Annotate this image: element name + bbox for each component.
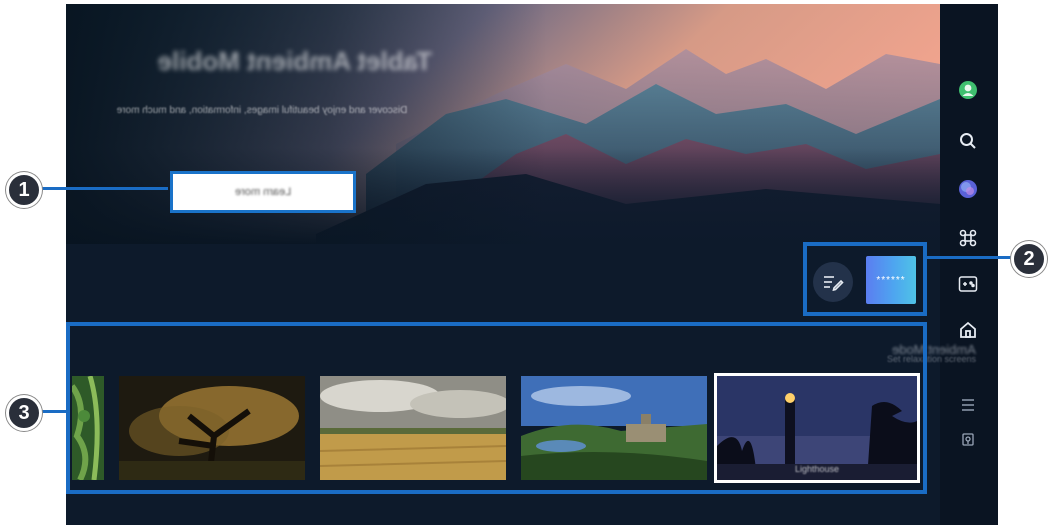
edit-list-button[interactable] — [813, 262, 853, 302]
callout-marker-1: 1 — [6, 172, 42, 208]
profile-icon[interactable] — [956, 78, 980, 102]
edit-list-icon — [824, 276, 844, 291]
tile-tree-sunset[interactable] — [119, 376, 305, 480]
callout-line-1 — [38, 187, 168, 190]
callout-line-3 — [38, 410, 68, 413]
hero-banner: Tablet Ambient Mobile Discover and enjoy… — [66, 4, 940, 244]
learn-more-button[interactable]: Learn more — [170, 171, 356, 213]
globe-icon[interactable] — [956, 177, 980, 201]
tile-castle-hillside[interactable] — [521, 376, 707, 480]
widget-label: ****** — [876, 274, 906, 286]
learn-more-label: Learn more — [234, 186, 292, 198]
game-controller-icon[interactable] — [956, 272, 980, 296]
tile-caption: Lighthouse — [794, 464, 840, 474]
tile-jungle-leaves[interactable] — [72, 376, 104, 480]
callout-line-2 — [927, 256, 1019, 259]
menu-icon[interactable] — [956, 393, 980, 417]
privacy-icon[interactable] — [956, 428, 980, 452]
command-icon[interactable] — [956, 226, 980, 250]
callout-marker-2: 2 — [1011, 241, 1047, 277]
tile-lighthouse-night[interactable]: Lighthouse — [714, 373, 920, 483]
hero-description: Discover and enjoy beautiful images, inf… — [116, 105, 408, 116]
callout-marker-3: 3 — [6, 395, 42, 431]
search-icon[interactable] — [956, 129, 980, 153]
sidebar — [940, 4, 998, 525]
hero-title: Tablet Ambient Mobile — [157, 46, 432, 76]
home-icon[interactable] — [956, 318, 980, 342]
featured-widget[interactable]: ****** — [866, 256, 916, 304]
tile-wheat-field[interactable] — [320, 376, 506, 480]
